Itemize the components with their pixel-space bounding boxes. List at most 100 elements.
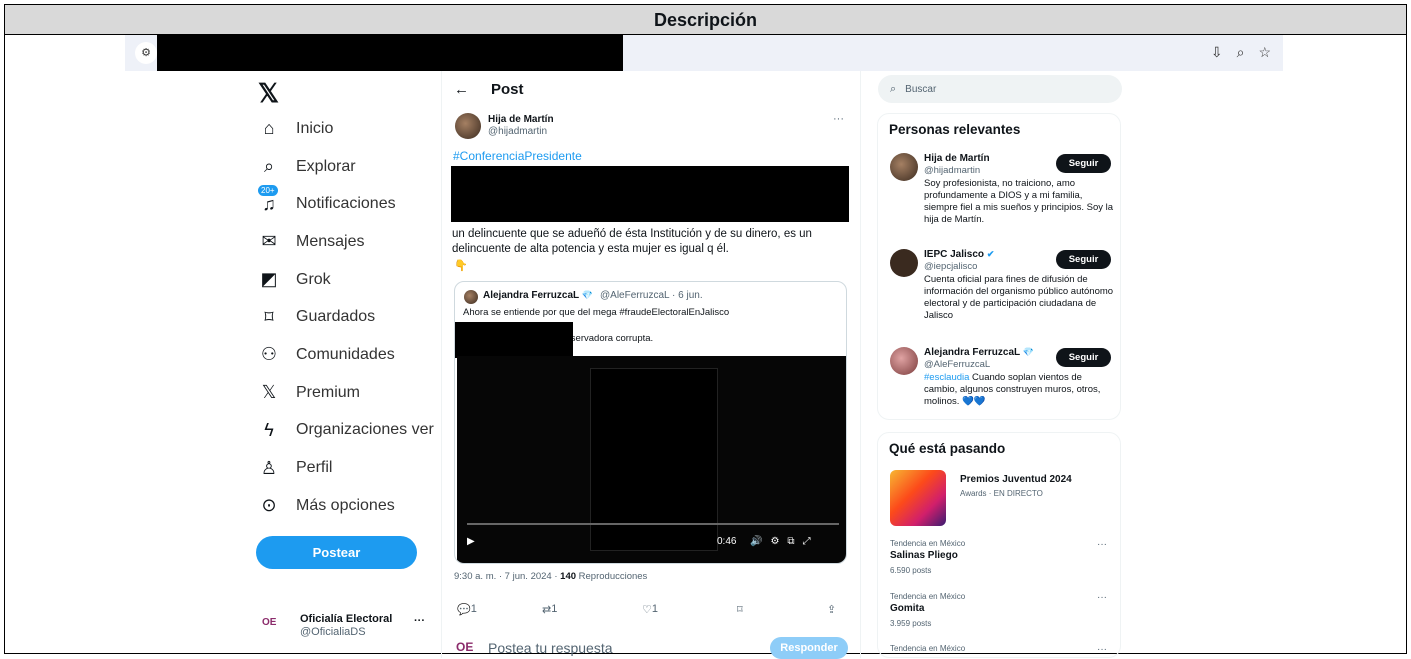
post-column: ← Post Hija de Martín @hijadmartin ··· #C… bbox=[441, 71, 861, 659]
nav-label: Notificaciones bbox=[296, 195, 396, 213]
more-icon[interactable]: ··· bbox=[1097, 644, 1107, 655]
lightning-icon: ϟ bbox=[264, 419, 274, 440]
nav-item-mensajes[interactable]: ✉ Mensajes bbox=[256, 223, 434, 261]
more-icon[interactable]: ··· bbox=[1097, 539, 1107, 550]
communities-icon: ⚇ bbox=[260, 344, 278, 365]
nav-label: Grok bbox=[296, 270, 331, 288]
nav-item-inicio[interactable]: ⌂ Inicio bbox=[256, 110, 434, 148]
volume-icon[interactable]: 🔊 bbox=[750, 536, 770, 547]
more-circle-icon: ⊙ bbox=[261, 495, 277, 516]
install-icon[interactable]: ⇩ bbox=[1211, 44, 1223, 61]
avatar bbox=[890, 249, 918, 277]
nav-item-organizaciones[interactable]: ϟ Organizaciones ver bbox=[256, 412, 434, 450]
pointing-down-icon: 👇 bbox=[454, 260, 468, 272]
pip-icon[interactable]: ⧉ bbox=[787, 536, 802, 547]
trend-category: Tendencia en México bbox=[890, 644, 966, 653]
nav-item-guardados[interactable]: ⌑ Guardados bbox=[256, 298, 434, 336]
reply-action[interactable]: 💬 1 bbox=[457, 603, 477, 616]
trend-category: Tendencia en México bbox=[890, 539, 966, 548]
nav-item-premium[interactable]: 𝕏 Premium bbox=[256, 374, 434, 412]
trend-image[interactable] bbox=[890, 470, 946, 526]
author-name[interactable]: Hija de Martín bbox=[488, 114, 554, 125]
description-header: Descripción bbox=[5, 5, 1406, 35]
zoom-icon[interactable]: ⌕ bbox=[1237, 44, 1245, 61]
nav-label: Más opciones bbox=[296, 496, 395, 514]
sidebar-nav: ⌂ Inicio ⌕ Explorar ♫ 20+ Notificaciones ✉ Me… bbox=[256, 110, 434, 525]
video-player[interactable]: ▶ 0:46 🔊⚙⧉⤢ bbox=[457, 356, 846, 563]
post-meta: 9:30 a. m. · 7 jun. 2024 · 140 Reproducc… bbox=[454, 571, 648, 582]
video-progress-bar[interactable] bbox=[467, 523, 839, 525]
video-time: 0:46 bbox=[717, 536, 737, 547]
bell-icon: ♫ 20+ bbox=[256, 184, 282, 215]
author-handle[interactable]: @hijadmartin bbox=[488, 126, 547, 137]
hashtag-link[interactable]: #ConferenciaPresidente bbox=[453, 149, 582, 163]
quoted-post[interactable]: Alejandra FerruzcaL 💎 @AleFerruzcaL · 6 … bbox=[454, 281, 847, 564]
nav-label: Organizaciones ver bbox=[296, 421, 434, 439]
more-icon[interactable]: ··· bbox=[1097, 592, 1107, 603]
bookmark-icon[interactable]: ⌑ bbox=[737, 603, 743, 616]
follow-button[interactable]: Seguir bbox=[1056, 250, 1111, 269]
relevant-people-title: Personas relevantes bbox=[889, 122, 1021, 137]
quote-handle-date: @AleFerruzcaL · 6 jun. bbox=[600, 290, 703, 301]
reply-composer[interactable]: OE Postea tu respuesta Responder bbox=[456, 637, 848, 659]
nav-item-comunidades[interactable]: ⚇ Comunidades bbox=[256, 336, 434, 374]
person-bio: Soy profesionista, no traiciono, amo pro… bbox=[924, 178, 1114, 225]
featured-trend-title[interactable]: Premios Juventud 2024 bbox=[960, 474, 1072, 485]
notification-badge: 20+ bbox=[258, 184, 278, 196]
nav-label: Comunidades bbox=[296, 345, 395, 363]
quote-author-name: Alejandra FerruzcaL 💎 bbox=[483, 290, 593, 301]
nav-label: Guardados bbox=[296, 308, 376, 326]
account-handle: @OficialiaDS bbox=[300, 626, 366, 638]
post-header: ← Post bbox=[454, 81, 524, 98]
avatar bbox=[464, 290, 478, 304]
repost-action[interactable]: ⇄ 1 bbox=[542, 603, 557, 616]
grok-icon: ◩ bbox=[260, 269, 278, 290]
quote-text: Ahora se entiende por que del mega #frau… bbox=[463, 307, 730, 318]
nav-item-mas-opciones[interactable]: ⊙ Más opciones bbox=[256, 487, 434, 525]
nav-label: Mensajes bbox=[296, 232, 365, 250]
home-icon: ⌂ bbox=[263, 118, 275, 139]
verified-icon: ✔ bbox=[986, 249, 995, 259]
mail-icon: ✉ bbox=[261, 231, 277, 252]
trend-name: Salinas Pliego bbox=[890, 550, 958, 561]
trend-count: 3.959 posts bbox=[890, 619, 932, 628]
more-icon[interactable]: ··· bbox=[833, 113, 844, 125]
x-logo-icon[interactable]: 𝕏 bbox=[258, 78, 279, 109]
search-icon: ⌕ bbox=[890, 83, 897, 95]
relevant-people-card: Personas relevantes Hija de Martín @hija… bbox=[877, 113, 1121, 420]
avatar[interactable] bbox=[455, 113, 481, 139]
fullscreen-icon[interactable]: ⤢ bbox=[803, 536, 819, 547]
star-icon[interactable]: ☆ bbox=[1258, 44, 1271, 61]
redacted-block bbox=[451, 166, 849, 222]
share-icon[interactable]: ⇪ bbox=[827, 603, 836, 616]
more-icon[interactable]: ··· bbox=[414, 615, 425, 627]
settings-icon[interactable]: ⚙ bbox=[770, 536, 787, 547]
x-icon: 𝕏 bbox=[261, 382, 277, 403]
nav-item-perfil[interactable]: ♙ Perfil bbox=[256, 449, 434, 487]
person-handle: @hijadmartin bbox=[924, 165, 981, 176]
like-action[interactable]: ♡ 1 bbox=[642, 603, 658, 616]
nav-item-grok[interactable]: ◩ Grok bbox=[256, 261, 434, 299]
person-name: Alejandra FerruzcaL 💎 bbox=[924, 347, 1034, 358]
follow-button[interactable]: Seguir bbox=[1056, 348, 1111, 367]
search-input[interactable]: ⌕ Buscar bbox=[878, 75, 1122, 103]
account-name: Oficialía Electoral bbox=[300, 613, 393, 625]
back-arrow-icon[interactable]: ← bbox=[454, 81, 469, 98]
nav-item-explorar[interactable]: ⌕ Explorar bbox=[256, 148, 434, 186]
account-logo: OE bbox=[262, 617, 277, 628]
nav-item-notificaciones[interactable]: ♫ 20+ Notificaciones bbox=[256, 184, 434, 223]
redacted-url bbox=[157, 35, 623, 71]
post-button[interactable]: Postear bbox=[256, 536, 417, 569]
reply-button[interactable]: Responder bbox=[770, 637, 848, 659]
follow-button[interactable]: Seguir bbox=[1056, 154, 1111, 173]
trend-category: Tendencia en México bbox=[890, 592, 966, 601]
trend-name: Gomita bbox=[890, 603, 925, 614]
person-name: IEPC Jalisco ✔ bbox=[924, 249, 995, 260]
play-icon[interactable]: ▶ bbox=[467, 536, 475, 547]
trending-card: Qué está pasando Premios Juventud 2024 A… bbox=[877, 432, 1121, 658]
tune-icon[interactable]: ⚙ bbox=[135, 42, 157, 64]
reply-input[interactable]: Postea tu respuesta bbox=[488, 640, 613, 656]
browser-address-bar[interactable]: ⚙ ⇩ ⌕ ☆ bbox=[125, 35, 1283, 71]
trend-count: 6.590 posts bbox=[890, 566, 932, 575]
person-handle: @iepcjalisco bbox=[924, 261, 978, 272]
